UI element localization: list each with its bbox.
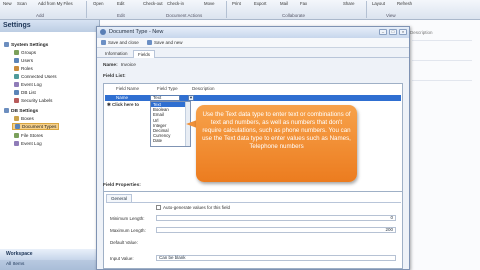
tab-information[interactable]: Information [101, 50, 132, 58]
database-icon [14, 90, 19, 95]
close-icon[interactable]: × [399, 29, 407, 35]
tree-item-groups[interactable]: Groups [14, 50, 36, 55]
column-header-field-type[interactable]: Field Type [157, 86, 178, 91]
field-type-dropdown-list: Text Boolean Email Url Integer Decimal C… [150, 101, 191, 147]
ribbon-group-view: View [386, 13, 396, 18]
ribbon-export-button[interactable]: Export [254, 1, 266, 6]
ribbon-layout-button[interactable]: Layout [372, 1, 385, 6]
box-icon [14, 116, 19, 121]
document-icon [15, 124, 20, 129]
ribbon-group-edit: Edit [117, 13, 125, 18]
list-column-header: Description [410, 30, 433, 35]
tree-item-connected-users[interactable]: Connected Users [14, 74, 57, 79]
auto-generate-label: Auto-generate values for this field [163, 205, 231, 210]
ribbon-new-button[interactable]: New [3, 1, 12, 6]
tab-general[interactable]: General [106, 194, 133, 202]
minimum-length-field[interactable]: 0 [156, 215, 396, 221]
list-divider [412, 40, 472, 41]
settings-sidebar: Settings System Settings Groups Users Ro… [0, 20, 100, 270]
dialog-tabs: Information Fields [97, 48, 409, 58]
name-value[interactable]: Invoice [121, 63, 136, 68]
ribbon-print-button[interactable]: Print [232, 1, 241, 6]
tree-item-security-labels[interactable]: Security Labels [14, 98, 52, 103]
minimize-icon[interactable]: – [379, 29, 387, 35]
tree-item-roles[interactable]: Roles [14, 66, 33, 71]
sidebar-title: Settings [0, 20, 99, 32]
new-row-prompt[interactable]: ✱ Click here to [107, 102, 139, 108]
save-new-icon [147, 40, 152, 45]
role-icon [14, 66, 19, 71]
log-icon [14, 82, 19, 87]
ribbon-share-button[interactable]: Share [343, 1, 354, 6]
field-name-cell[interactable]: Name [116, 95, 128, 100]
ribbon-group-collaborate: Collaborate [282, 13, 306, 18]
general-properties: Auto-generate values for this field Mini… [106, 202, 401, 268]
tree-system-settings[interactable]: System Settings [4, 42, 48, 48]
lock-icon [14, 98, 19, 103]
maximum-length-field[interactable]: 200 [156, 227, 396, 233]
input-value-select[interactable]: Can be blank [156, 255, 396, 261]
minimum-length-label: Minimum Length: [110, 216, 145, 221]
field-list-label: Field List: [103, 74, 126, 79]
dialog-title: Document Type - New [109, 29, 164, 35]
ribbon-edit-button[interactable]: Edit [117, 1, 124, 6]
all-items-tab[interactable]: All Items [0, 260, 100, 270]
input-value-label: Input Value: [110, 256, 134, 261]
tree-item-boxes[interactable]: Boxes [14, 116, 34, 121]
maximum-length-label: Maximum Length: [110, 228, 146, 233]
help-callout: Use the Text data type to enter text or … [196, 105, 357, 182]
maximize-icon[interactable]: □ [389, 29, 397, 35]
log-icon [14, 141, 19, 146]
ribbon-refresh-button[interactable]: Refresh [397, 1, 412, 6]
save-and-new-button[interactable]: Save and new [147, 40, 183, 45]
dialog-toolbar: Save and close Save and new [97, 38, 409, 48]
dialog-titlebar[interactable]: Document Type - New – □ × [97, 27, 409, 38]
tree-db-settings[interactable]: DB Settings [4, 108, 38, 114]
connected-users-icon [14, 74, 19, 79]
ribbon-divider [86, 1, 87, 18]
ribbon-move-button[interactable]: Move [204, 1, 215, 6]
folder-icon [14, 133, 19, 138]
auto-generate-checkbox[interactable] [156, 205, 161, 210]
tab-fields[interactable]: Fields [133, 50, 156, 58]
ribbon-fax-button[interactable]: Fax [300, 1, 307, 6]
ribbon-open-button[interactable]: Open [93, 1, 104, 6]
tree-item-document-types[interactable]: Document Types [12, 123, 60, 130]
ribbon-group-document-actions: Document Actions [166, 13, 203, 18]
ribbon-checkin-button[interactable]: Check-in [167, 1, 184, 6]
ribbon-scan-button[interactable]: Scan [17, 1, 27, 6]
database-settings-icon [4, 108, 9, 113]
field-properties-label: Field Properties: [103, 183, 141, 188]
save-icon [101, 40, 106, 45]
tree-item-users[interactable]: Users [14, 58, 33, 63]
tree-item-file-stores[interactable]: File Stores [14, 133, 43, 138]
user-icon [14, 58, 19, 63]
tree-item-db-event-log[interactable]: Event Log [14, 141, 42, 146]
ribbon: New Scan Add from My Files Open Edit Che… [0, 0, 480, 20]
tree-item-event-log[interactable]: Event Log [14, 82, 42, 87]
default-value-label: Default Value: [110, 240, 138, 245]
ribbon-group-add: Add [36, 13, 45, 18]
field-properties-panel: General Auto-generate values for this fi… [103, 191, 403, 269]
tree-item-db-list[interactable]: DB List [14, 90, 36, 95]
ribbon-divider [226, 1, 227, 18]
save-and-close-button[interactable]: Save and close [101, 40, 139, 45]
ribbon-add-from-files-button[interactable]: Add from My Files [38, 1, 73, 6]
ribbon-mail-button[interactable]: Mail [280, 1, 288, 6]
name-row: Name: Invoice [103, 63, 136, 68]
group-icon [14, 50, 19, 55]
list-divider [412, 60, 472, 61]
column-header-field-name[interactable]: Field Name [116, 86, 139, 91]
column-header-description[interactable]: Description [192, 86, 215, 91]
app-logo-icon [100, 29, 106, 35]
settings-icon [4, 42, 9, 47]
ribbon-divider [366, 1, 367, 18]
workspace-tab[interactable]: Workspace [0, 249, 100, 260]
ribbon-checkout-button[interactable]: Check-out [143, 1, 163, 6]
list-divider [412, 80, 472, 81]
